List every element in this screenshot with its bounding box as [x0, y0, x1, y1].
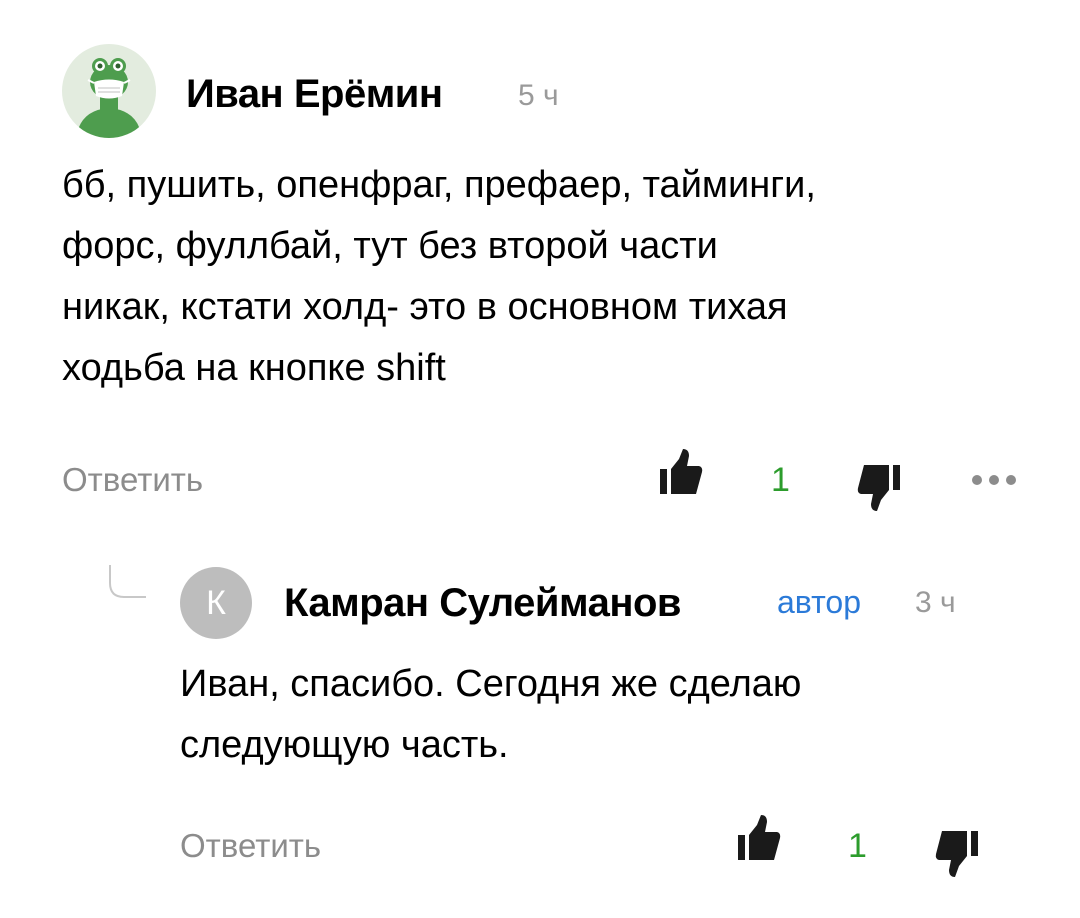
comment-text: бб, пушить, опенфраг, префаер, тайминги,… — [62, 155, 1062, 399]
like-button[interactable] — [736, 814, 782, 869]
comment-time: 3 ч — [915, 586, 956, 619]
like-count: 1 — [771, 461, 790, 499]
thumb-down-icon — [857, 465, 900, 511]
comment-line: бб, пушить, опенфраг, префаер, тайминги, — [62, 164, 816, 206]
more-options-button[interactable] — [970, 473, 1020, 492]
author-name[interactable]: Камран Сулейманов — [284, 583, 682, 623]
frog-in-mask-icon — [76, 58, 142, 138]
comment-line: Иван, спасибо. Сегодня же сделаю — [180, 663, 802, 705]
thumb-up-icon — [738, 815, 781, 860]
avatar[interactable]: К — [180, 567, 252, 639]
comment-time: 5 ч — [518, 79, 559, 112]
like-button[interactable] — [658, 448, 704, 503]
comment-line: следующую часть. — [180, 724, 509, 766]
reply-thread-connector — [108, 565, 148, 606]
reply-button[interactable]: Ответить — [62, 463, 203, 496]
comment-line: никак, кстати холд- это в основном тихая — [62, 286, 788, 328]
thread-connector-icon — [109, 565, 146, 598]
author-badge: автор — [777, 584, 861, 620]
comment-line: форс, фуллбай, тут без второй части — [62, 225, 718, 267]
reply-button[interactable]: Ответить — [180, 829, 321, 862]
comment-line: ходьба на кнопке shift — [62, 347, 446, 389]
author-name[interactable]: Иван Ерёмин — [186, 74, 443, 114]
comment-text: Иван, спасибо. Сегодня же сделаю следующ… — [180, 654, 1060, 776]
more-dots-icon — [972, 475, 1016, 485]
thumb-up-icon — [660, 449, 703, 494]
thumb-down-icon — [935, 831, 978, 877]
avatar[interactable] — [62, 44, 156, 138]
dislike-button[interactable] — [856, 462, 902, 517]
dislike-button[interactable] — [934, 828, 980, 883]
like-count: 1 — [848, 827, 867, 865]
